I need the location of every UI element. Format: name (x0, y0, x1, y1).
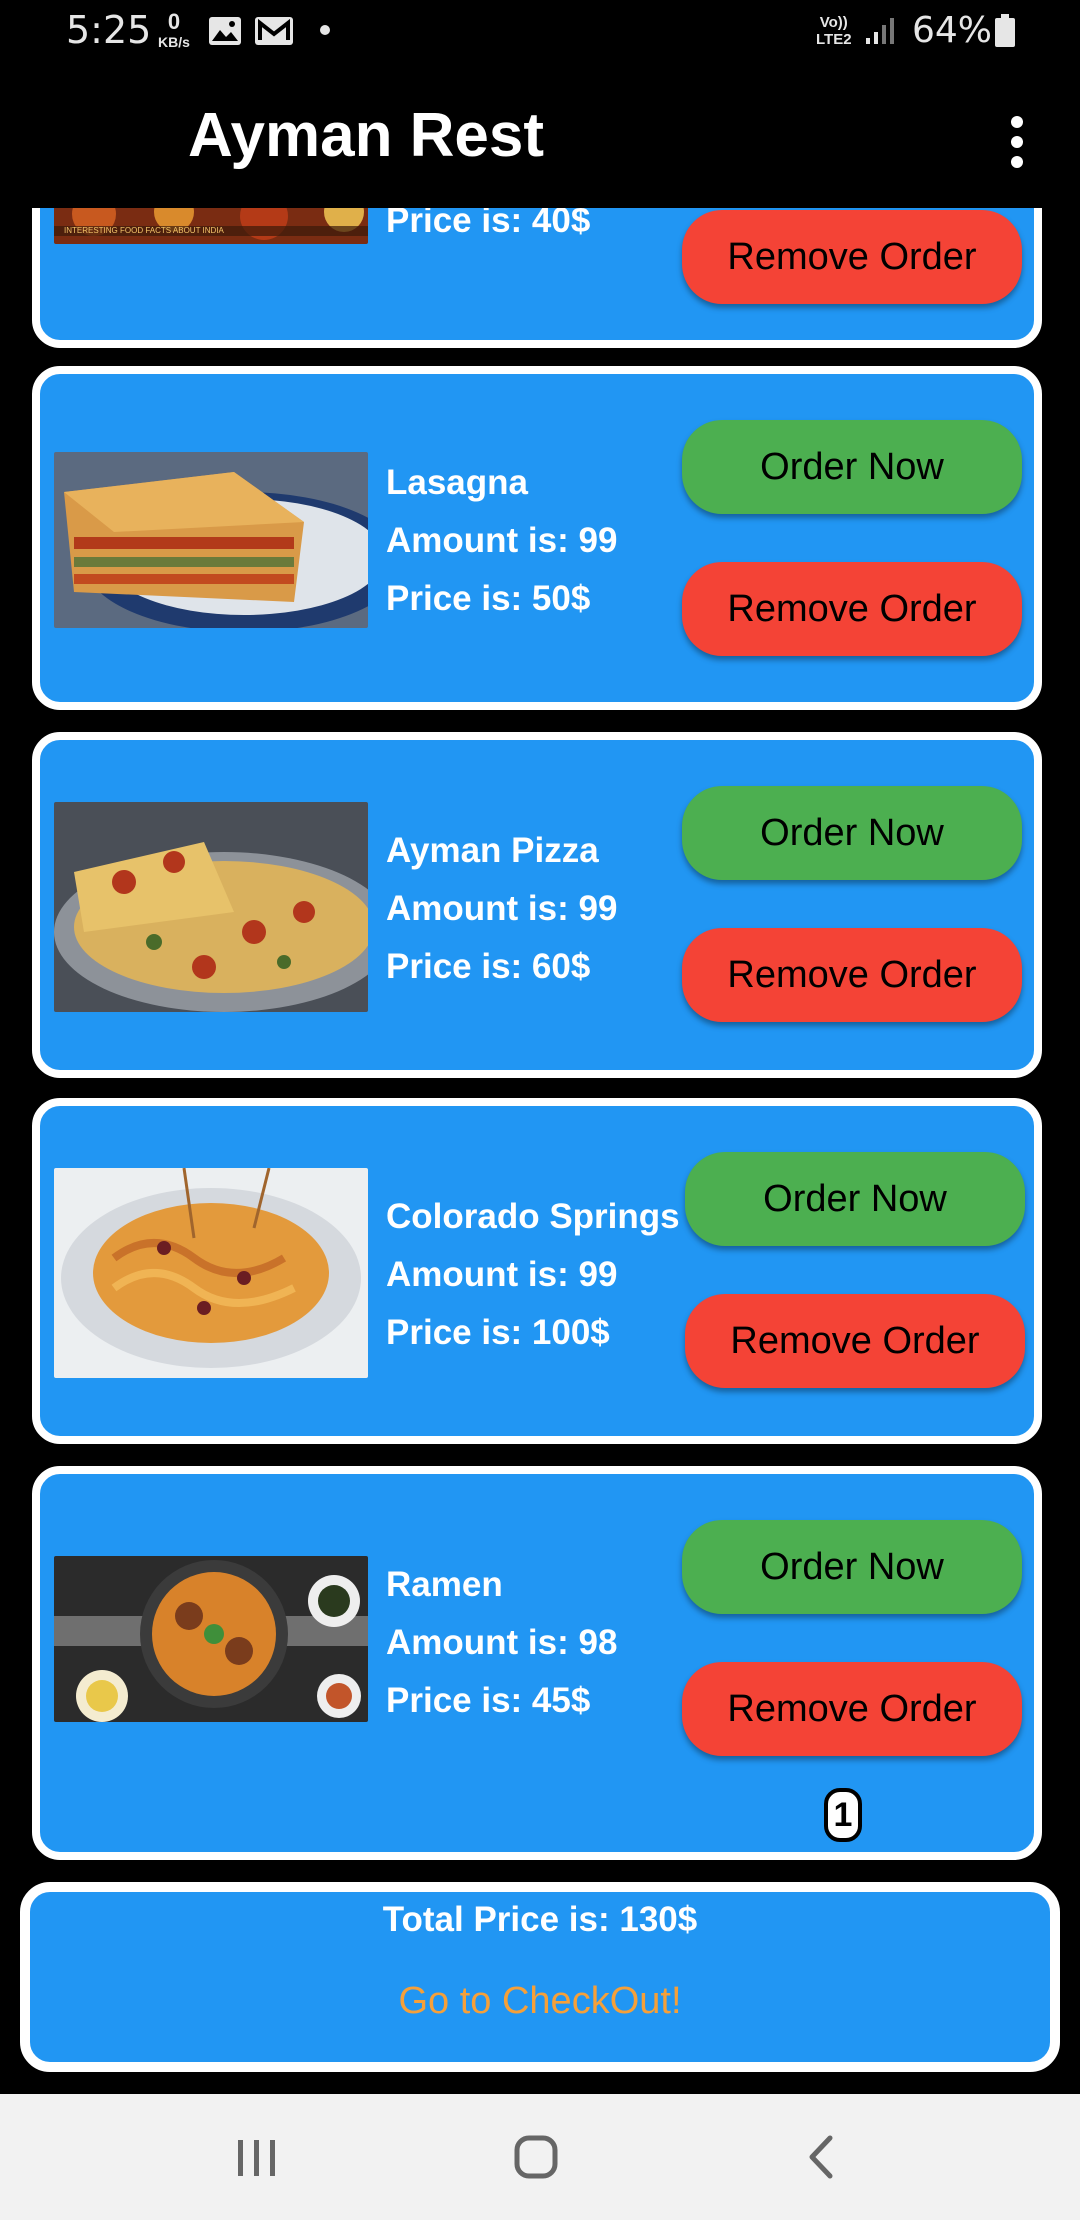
remove-order-button[interactable]: Remove Order (682, 1662, 1022, 1756)
food-amount: Amount is: 99 (386, 1255, 618, 1294)
battery-percent: 64% (912, 10, 993, 51)
lte-label: LTE2 (816, 31, 852, 48)
recents-icon[interactable] (196, 2118, 316, 2196)
network-type: Vo)) LTE2 (816, 14, 852, 48)
food-info: Ramen Amount is: 98 Price is: 45$ (386, 1556, 617, 1730)
food-amount: Amount is: 99 (386, 521, 618, 560)
food-card: Lasagna Amount is: 99 Price is: 50$ Orde… (32, 366, 1042, 710)
food-name: Ramen (386, 1565, 503, 1604)
food-amount: Amount is: 99 (386, 889, 618, 928)
food-card: INTERESTING FOOD FACTS ABOUT INDIA Price… (32, 208, 1042, 348)
status-time: 5:25 (66, 8, 152, 52)
food-card: Ayman Pizza Amount is: 99 Price is: 60$ … (32, 732, 1042, 1078)
order-count-badge: 1 (824, 1788, 862, 1842)
food-image (54, 452, 368, 628)
total-price: Total Price is: 130$ (382, 1900, 698, 1939)
home-icon[interactable] (476, 2118, 596, 2196)
net-speed-unit: KB/s (158, 34, 190, 50)
food-price: Price is: 100$ (386, 1313, 610, 1352)
food-amount: Amount is: 98 (386, 1623, 618, 1662)
gmail-icon (254, 16, 294, 51)
app-title: Ayman Rest (188, 101, 545, 170)
food-list[interactable]: INTERESTING FOOD FACTS ABOUT INDIA Price… (0, 208, 1080, 2084)
image-caption: INTERESTING FOOD FACTS ABOUT INDIA (64, 226, 224, 235)
order-now-button[interactable]: Order Now (682, 420, 1022, 514)
gallery-icon (208, 16, 242, 51)
volte-label: Vo)) (819, 14, 848, 31)
food-image: INTERESTING FOOD FACTS ABOUT INDIA (54, 208, 368, 244)
food-name: Ayman Pizza (386, 831, 599, 870)
checkout-panel: Total Price is: 130$ Go to CheckOut! (20, 1882, 1060, 2072)
net-speed: 0 KB/s (154, 9, 194, 51)
status-bar: 5:25 0 KB/s Vo)) LTE2 64% (0, 0, 1080, 66)
order-now-button[interactable]: Order Now (685, 1152, 1025, 1246)
net-speed-value: 0 (167, 9, 181, 34)
food-card: Ramen Amount is: 98 Price is: 45$ Order … (32, 1466, 1042, 1860)
food-image (54, 1556, 368, 1722)
food-price: Price is: 60$ (386, 947, 591, 986)
remove-order-button[interactable]: Remove Order (682, 928, 1022, 1022)
food-name: Lasagna (386, 463, 528, 502)
food-image (54, 802, 368, 1012)
checkout-button[interactable]: Go to CheckOut! (30, 1980, 1050, 2023)
order-now-button[interactable]: Order Now (682, 1520, 1022, 1614)
system-nav-bar (0, 2094, 1080, 2220)
app-bar: Ayman Rest (0, 66, 1080, 208)
notification-dot-icon (320, 25, 330, 35)
remove-order-button[interactable]: Remove Order (685, 1294, 1025, 1388)
food-price: Price is: 50$ (386, 579, 591, 618)
food-price: Price is: 40$ (386, 208, 591, 240)
remove-order-button[interactable]: Remove Order (682, 210, 1022, 304)
food-info: Ayman Pizza Amount is: 99 Price is: 60$ (386, 822, 617, 996)
food-image (54, 1168, 368, 1378)
back-icon[interactable] (760, 2118, 880, 2196)
signal-icon (866, 16, 896, 51)
order-now-button[interactable]: Order Now (682, 786, 1022, 880)
food-name: Colorado Springs (386, 1197, 680, 1236)
battery-icon (994, 14, 1016, 48)
food-info: Colorado Springs Amount is: 99 Price is:… (386, 1188, 680, 1362)
remove-order-button[interactable]: Remove Order (682, 562, 1022, 656)
food-price: Price is: 45$ (386, 1681, 591, 1720)
food-card: Colorado Springs Amount is: 99 Price is:… (32, 1098, 1042, 1444)
food-info: Lasagna Amount is: 99 Price is: 50$ (386, 454, 617, 628)
more-vert-icon[interactable] (994, 110, 1040, 174)
food-info: Price is: 40$ (386, 208, 590, 250)
